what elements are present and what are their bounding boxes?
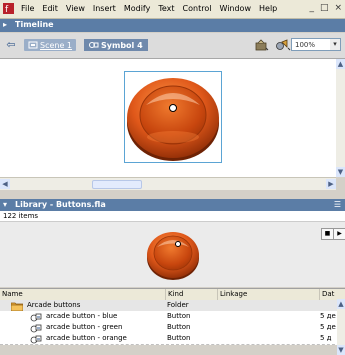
row-name: arcade button - orange bbox=[0, 333, 165, 344]
scroll-right-icon[interactable]: ▶ bbox=[326, 179, 336, 189]
row-kind: Button bbox=[167, 312, 191, 320]
panel-options-icon[interactable]: ☰ bbox=[334, 200, 341, 209]
preview-registration-icon bbox=[175, 241, 181, 247]
edit-symbols-icon[interactable] bbox=[275, 39, 291, 51]
breadcrumb-symbol[interactable]: Symbol 4 bbox=[84, 39, 148, 51]
panel-divider bbox=[0, 190, 345, 199]
zoom-select[interactable]: 100% ▾ bbox=[291, 38, 341, 51]
menu-view[interactable]: View bbox=[62, 3, 89, 14]
row-kind: Button bbox=[167, 323, 191, 331]
stage-vertical-scrollbar[interactable]: ▲ ▼ bbox=[336, 59, 345, 177]
scene-icon bbox=[28, 41, 38, 49]
restore-button[interactable]: □ bbox=[320, 3, 329, 13]
menu-control[interactable]: Control bbox=[179, 3, 216, 14]
menu-file[interactable]: File bbox=[17, 3, 38, 14]
close-button[interactable]: × bbox=[334, 3, 342, 13]
menu-modify[interactable]: Modify bbox=[120, 3, 155, 14]
timeline-panel-header[interactable]: ▸ Timeline bbox=[0, 19, 345, 32]
row-name: arcade button - green bbox=[0, 322, 165, 333]
scroll-up-icon[interactable]: ▲ bbox=[336, 59, 345, 69]
column-linkage[interactable]: Linkage bbox=[218, 289, 320, 300]
row-kind: Button bbox=[167, 334, 191, 342]
scroll-down-icon[interactable]: ▼ bbox=[337, 345, 345, 355]
expand-arrow-icon[interactable]: ▸ bbox=[3, 20, 7, 29]
collapse-arrow-icon[interactable]: ▾ bbox=[3, 200, 7, 209]
library-preview: ■ ▶ bbox=[0, 222, 345, 287]
folder-icon bbox=[11, 302, 23, 311]
back-arrow-icon[interactable]: ⇦ bbox=[3, 38, 19, 52]
library-item-count-bar: 122 items bbox=[0, 211, 345, 222]
preview-play-icon[interactable]: ▶ bbox=[333, 228, 345, 240]
stage-horizontal-scrollbar[interactable]: ◀ ▶ bbox=[0, 177, 336, 190]
row-name: arcade button - blue bbox=[0, 311, 165, 322]
menu-bar: f File Edit View Insert Modify Text Cont… bbox=[0, 0, 345, 19]
scene-label: Scene 1 bbox=[40, 40, 73, 50]
library-vertical-scrollbar[interactable]: ▲ ▼ bbox=[337, 299, 345, 355]
row-date: 5 д bbox=[320, 334, 332, 342]
menu-edit[interactable]: Edit bbox=[38, 3, 62, 14]
list-item[interactable]: arcade button - orange Button 5 д bbox=[0, 333, 345, 345]
chevron-down-icon[interactable]: ▾ bbox=[330, 39, 340, 50]
registration-point-icon bbox=[169, 104, 177, 112]
arcade-button-graphic[interactable] bbox=[124, 71, 222, 163]
row-name: Arcade buttons bbox=[0, 300, 165, 311]
button-symbol-icon bbox=[30, 313, 42, 321]
window-controls: _ □ × bbox=[309, 3, 342, 13]
flash-app-icon[interactable]: f bbox=[3, 3, 14, 14]
symbol-label: Symbol 4 bbox=[101, 40, 143, 50]
zoom-value: 100% bbox=[295, 41, 316, 49]
scroll-left-icon[interactable]: ◀ bbox=[0, 179, 10, 189]
scroll-down-icon[interactable]: ▼ bbox=[336, 167, 345, 177]
minimize-button[interactable]: _ bbox=[309, 3, 314, 13]
column-kind[interactable]: Kind bbox=[166, 289, 218, 300]
button-symbol-icon bbox=[30, 335, 42, 343]
edit-icon-group bbox=[255, 39, 291, 51]
menu-window[interactable]: Window bbox=[215, 3, 255, 14]
row-kind: Folder bbox=[167, 301, 189, 309]
preview-button-graphic bbox=[147, 232, 199, 280]
scroll-up-icon[interactable]: ▲ bbox=[337, 299, 345, 309]
row-date: 5 де bbox=[320, 323, 336, 331]
timeline-title: Timeline bbox=[15, 20, 54, 29]
scrollbar-thumb[interactable] bbox=[92, 180, 142, 189]
library-panel-header[interactable]: ▾ Library - Buttons.fla ☰ bbox=[0, 199, 345, 211]
menu-insert[interactable]: Insert bbox=[89, 3, 120, 14]
edit-scene-icon[interactable] bbox=[255, 39, 269, 51]
breadcrumb-scene[interactable]: Scene 1 bbox=[24, 39, 77, 51]
item-count: 122 items bbox=[3, 212, 39, 220]
edit-bar: ⇦ Scene 1 Symbol 4 100% ▾ bbox=[0, 33, 345, 59]
menu-text[interactable]: Text bbox=[154, 3, 178, 14]
library-title: Library - Buttons.fla bbox=[15, 200, 106, 209]
column-name[interactable]: Name bbox=[0, 289, 166, 300]
row-date: 5 де bbox=[320, 312, 336, 320]
symbol-icon bbox=[89, 42, 99, 48]
menu-list: File Edit View Insert Modify Text Contro… bbox=[17, 3, 281, 14]
button-symbol-icon bbox=[30, 324, 42, 332]
menu-help[interactable]: Help bbox=[255, 3, 281, 14]
